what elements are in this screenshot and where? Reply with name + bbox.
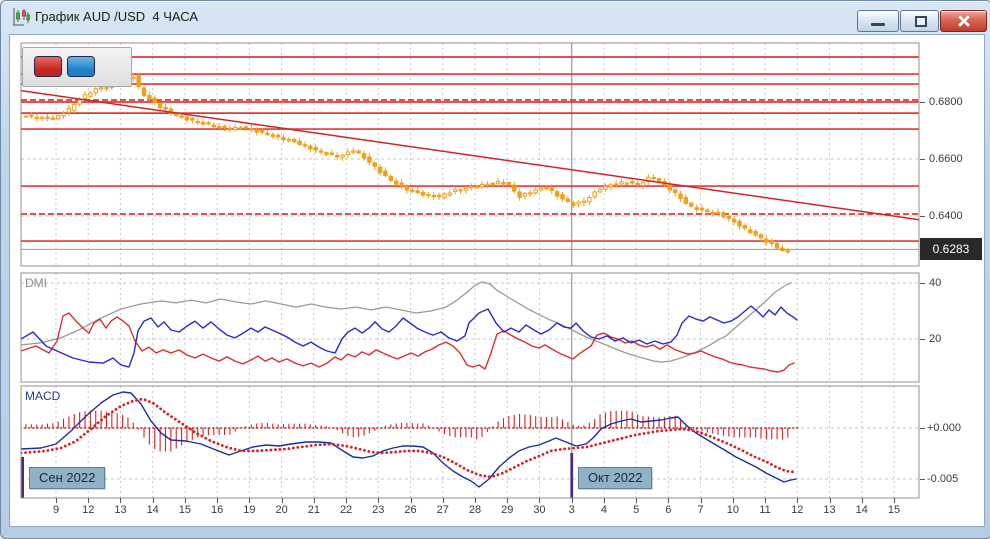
chart-canvas[interactable]	[1, 1, 990, 538]
red-square-button[interactable]	[34, 56, 62, 77]
month-badge-october: Окт 2022	[578, 467, 652, 489]
blue-square-button[interactable]	[67, 56, 95, 77]
app-window: График AUD /USD 4 ЧАСА DMI MACD Сен 2022…	[0, 0, 990, 539]
chart-toolbar	[22, 47, 132, 87]
current-price-badge: 0.6283	[920, 238, 982, 260]
month-badge-september: Сен 2022	[29, 467, 105, 489]
